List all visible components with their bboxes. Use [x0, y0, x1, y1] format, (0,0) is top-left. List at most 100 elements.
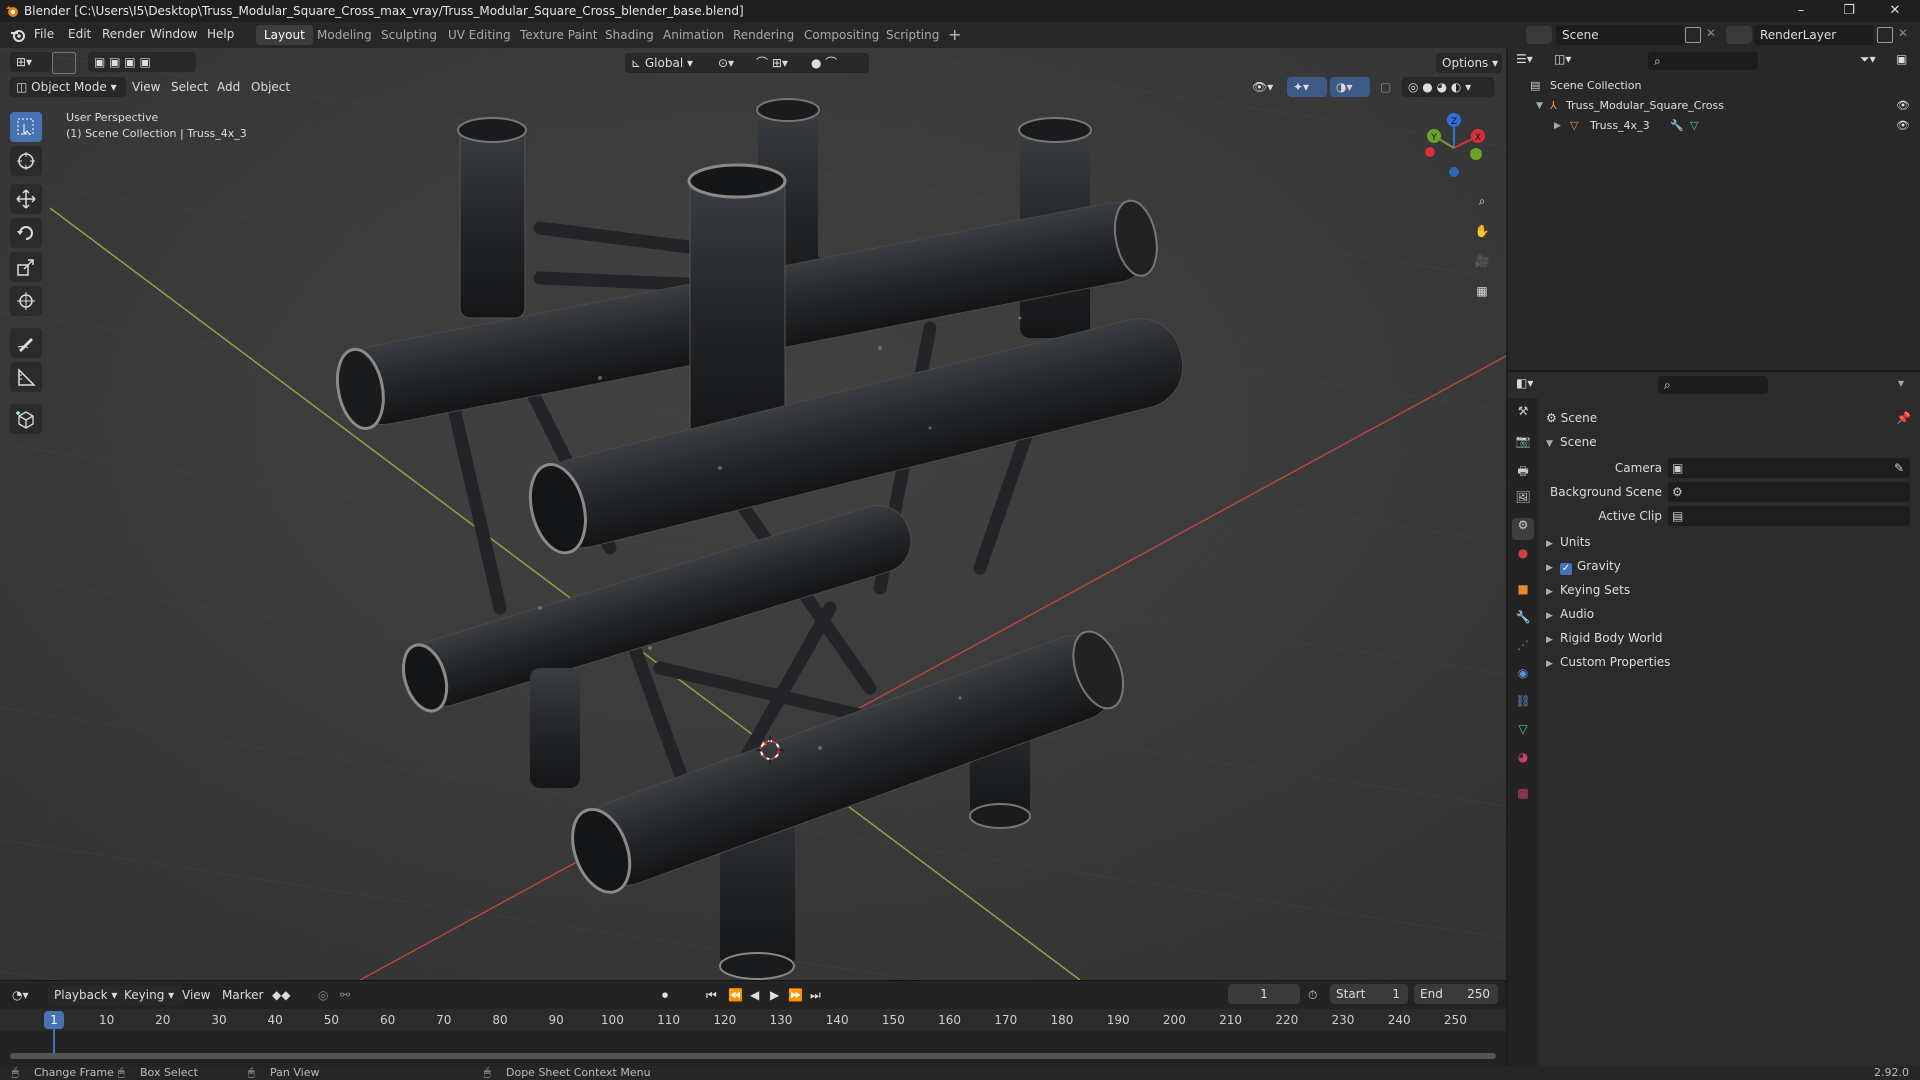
timeline-scrollbar[interactable] — [10, 1053, 1496, 1059]
jump-end-icon[interactable]: ⏭ — [810, 985, 821, 1005]
gravity-checkbox[interactable]: ✓ — [1560, 563, 1572, 575]
menu-file[interactable]: File — [34, 27, 54, 41]
play-icon[interactable]: ▶ — [770, 985, 779, 1005]
tool-scale[interactable] — [10, 252, 42, 282]
end-frame-field[interactable]: End 250 — [1414, 984, 1498, 1004]
tool-transform[interactable] — [10, 286, 42, 316]
play-reverse-icon[interactable]: ◀ — [750, 985, 759, 1005]
menu-help[interactable]: Help — [207, 27, 234, 41]
display-mode-icon[interactable]: ◫▾ — [1554, 52, 1584, 70]
physics-tab-icon[interactable]: ◉ — [1512, 666, 1534, 688]
material-tab-icon[interactable]: ◕ — [1512, 750, 1534, 772]
expand-arrow-icon[interactable]: ▼ — [1536, 96, 1543, 116]
minimize-button[interactable]: – — [1786, 2, 1816, 20]
camera-view-icon[interactable]: 🎥 — [1470, 254, 1494, 278]
maximize-button[interactable]: ❐ — [1834, 2, 1864, 20]
auto-keying-icon[interactable]: ◎ — [318, 985, 328, 1005]
constraints-tab-icon[interactable]: ⛓ — [1512, 694, 1534, 716]
tool-add-cube[interactable] — [10, 404, 42, 434]
rigid-body-world-panel-header[interactable]: ▶ Rigid Body World — [1546, 628, 1916, 648]
timeline-menu-marker[interactable]: Marker — [222, 985, 263, 1005]
transform-orientation-dropdown[interactable]: ⊾ Global ▾ — [625, 53, 719, 73]
units-panel-header[interactable]: ▶ Units — [1546, 532, 1916, 552]
select-mode-buttons[interactable]: ▣ ▣ ▣ ▣ — [88, 52, 196, 72]
scene-panel-header[interactable]: ▼ Scene — [1546, 432, 1916, 452]
keying-sets-panel-header[interactable]: ▶ Keying Sets — [1546, 580, 1916, 600]
camera-field[interactable]: ▣ ✎ — [1668, 458, 1910, 478]
custom-properties-panel-header[interactable]: ▶ Custom Properties — [1546, 652, 1916, 672]
output-tab-icon[interactable]: 🖶 — [1512, 462, 1534, 484]
audio-panel-header[interactable]: ▶ Audio — [1546, 604, 1916, 624]
pin-icon[interactable]: 📌 — [1896, 408, 1911, 428]
scene-type-icon[interactable] — [1526, 26, 1552, 44]
tab-texture-paint[interactable]: Texture Paint — [512, 25, 605, 45]
navigation-gizmo[interactable]: Z X Y — [1416, 110, 1486, 186]
record-icon[interactable]: ⏺ — [662, 985, 668, 1005]
tab-rendering[interactable]: Rendering — [725, 25, 802, 45]
outliner-row-object[interactable]: ▶ ▽ Truss_4x_3 🔧 ▽ 👁 — [1508, 116, 1920, 136]
editor-type-button[interactable]: ⊞▾ — [10, 52, 52, 72]
tab-sculpting[interactable]: Sculpting — [373, 25, 445, 45]
pan-hand-icon[interactable]: ✋ — [1470, 224, 1494, 248]
tool-rotate[interactable] — [10, 218, 42, 248]
start-frame-field[interactable]: Start 1 — [1330, 984, 1408, 1004]
shading-mode-buttons[interactable]: ◎ ● ◕ ◐ ▾ — [1402, 77, 1494, 97]
texture-tab-icon[interactable]: ▩ — [1512, 786, 1534, 808]
renderlayer-type-icon[interactable] — [1726, 26, 1752, 44]
properties-editor[interactable]: ◧▾ ⌕ ▾ ⚒ 📷 🖶 🖼 ⚙ ● ■ 🔧 ⋰ ◉ ⛓ ▽ ◕ ▩ ⚙ Sce… — [1508, 372, 1920, 1066]
new-collection-icon[interactable]: ▣ — [1896, 52, 1907, 66]
object-mode-dropdown[interactable]: ◫ Object Mode ▾ — [10, 77, 126, 97]
proportional-edit-dropdown[interactable]: ● ⌒ — [805, 53, 869, 73]
preview-range-icon[interactable]: ⏱ — [1308, 985, 1317, 1005]
eyedropper-icon[interactable]: ✎ — [1894, 458, 1904, 478]
properties-editor-type-icon[interactable]: ◧▾ — [1516, 376, 1533, 390]
prev-keyframe-icon[interactable]: ⏪ — [728, 985, 743, 1005]
filter-icon[interactable]: ⏷▾ — [1860, 52, 1876, 67]
viewport-menu-select[interactable]: Select — [171, 77, 208, 97]
tab-animation[interactable]: Animation — [655, 25, 732, 45]
snap-dropdown[interactable]: ⌒ ⊞▾ — [750, 53, 812, 73]
tool-select-box[interactable] — [10, 112, 42, 142]
visibility-eye-icon[interactable]: 👁 — [1896, 96, 1910, 116]
tool-annotate[interactable] — [10, 328, 42, 358]
scene-tab-icon[interactable]: ⚙ — [1512, 518, 1534, 540]
outliner-editor-type-icon[interactable]: ☰▾ — [1516, 52, 1546, 70]
tab-uv-editing[interactable]: UV Editing — [440, 25, 519, 45]
outliner-search-input[interactable]: ⌕ — [1648, 52, 1758, 70]
world-tab-icon[interactable]: ● — [1512, 546, 1534, 568]
perspective-grid-icon[interactable]: ▦ — [1470, 284, 1494, 308]
particles-tab-icon[interactable]: ⋰ — [1512, 638, 1534, 660]
playback-menu[interactable]: Playback ▾ — [48, 985, 126, 1005]
xray-toggle-icon[interactable]: ▢ — [1380, 77, 1391, 97]
mesh-data-icon[interactable]: ▽ — [1690, 116, 1698, 136]
timeline-editor-type-icon[interactable]: ◔▾ — [12, 985, 42, 1005]
viewport-menu-object[interactable]: Object — [251, 77, 290, 97]
tab-scripting[interactable]: Scripting — [878, 25, 947, 45]
gizmo-toggle-icon[interactable]: ✦▾ — [1287, 77, 1327, 97]
properties-search-input[interactable]: ⌕ — [1658, 376, 1768, 394]
tool-tab-icon[interactable]: ⚒ — [1512, 404, 1534, 426]
zoom-icon[interactable]: ⌕ — [1470, 194, 1494, 218]
tab-compositing[interactable]: Compositing — [796, 25, 887, 45]
timeline-menu-view[interactable]: View — [182, 985, 210, 1005]
visibility-eye-icon[interactable]: 👁▾ — [1252, 77, 1273, 97]
viewport-menu-add[interactable]: Add — [217, 77, 240, 97]
close-button[interactable]: ✕ — [1880, 2, 1910, 20]
tab-shading[interactable]: Shading — [597, 25, 662, 45]
outliner-row-collection[interactable]: ▼ ⅄ Truss_Modular_Square_Cross 👁 — [1508, 96, 1920, 116]
menu-render[interactable]: Render — [102, 27, 145, 41]
overlay-toggle-icon[interactable]: ◑▾ — [1330, 77, 1370, 97]
gravity-panel-header[interactable]: ▶ ✓ Gravity — [1546, 556, 1916, 576]
renderlayer-selector[interactable]: RenderLayer — [1754, 25, 1874, 45]
background-scene-field[interactable]: ⚙ — [1668, 482, 1910, 502]
tab-modeling[interactable]: Modeling — [309, 25, 380, 45]
tab-layout[interactable]: Layout — [256, 25, 313, 45]
menu-window[interactable]: Window — [150, 27, 197, 41]
add-workspace-button[interactable]: + — [940, 25, 969, 45]
tool-measure[interactable] — [10, 362, 42, 392]
scene-selector[interactable]: Scene — [1556, 25, 1684, 45]
outliner[interactable]: ☰▾ ◫▾ ⌕ ⏷▾ ▣ ▤ Scene Collection ▼ ⅄ Trus… — [1508, 48, 1920, 370]
modifier-wrench-icon[interactable]: 🔧 — [1670, 116, 1684, 136]
view-layer-tab-icon[interactable]: 🖼 — [1512, 490, 1534, 512]
viewport-menu-view[interactable]: View — [132, 77, 160, 97]
